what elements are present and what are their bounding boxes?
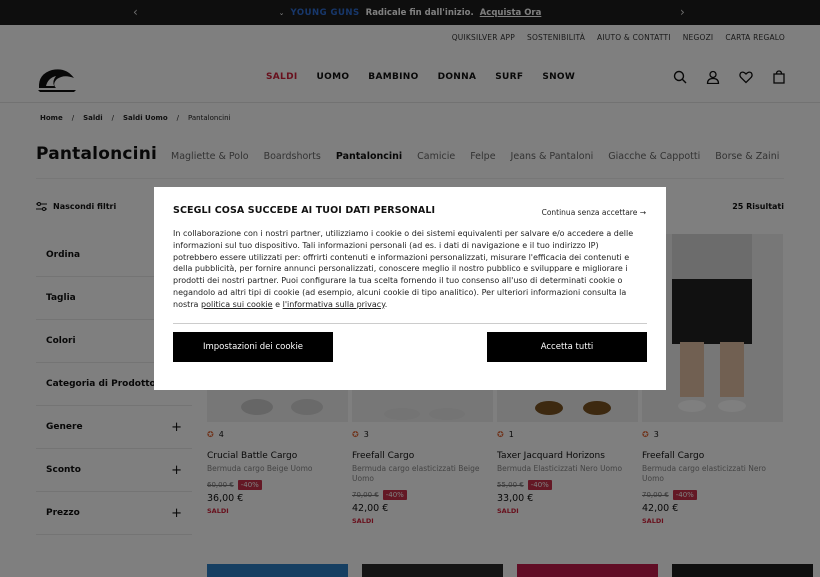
cookie-body-text: In collaborazione con i nostri partner, … — [173, 229, 634, 309]
cookie-consent-dialog: SCEGLI COSA SUCCEDE AI TUOI DATI PERSONA… — [154, 187, 666, 390]
cookie-policy-link[interactable]: politica sui cookie — [201, 300, 273, 309]
continue-without-accepting-link[interactable]: Continua senza accettare → — [542, 208, 646, 217]
privacy-policy-link[interactable]: l'informativa sulla privacy — [283, 300, 385, 309]
cookie-body-text: . — [384, 299, 388, 309]
cookie-settings-button[interactable]: Impostazioni dei cookie — [173, 331, 333, 362]
cookie-body-text: e — [272, 299, 283, 309]
accept-all-button[interactable]: Accetta tutti — [487, 331, 647, 362]
divider — [173, 322, 647, 324]
cookie-dialog-body: In collaborazione con i nostri partner, … — [173, 228, 641, 311]
